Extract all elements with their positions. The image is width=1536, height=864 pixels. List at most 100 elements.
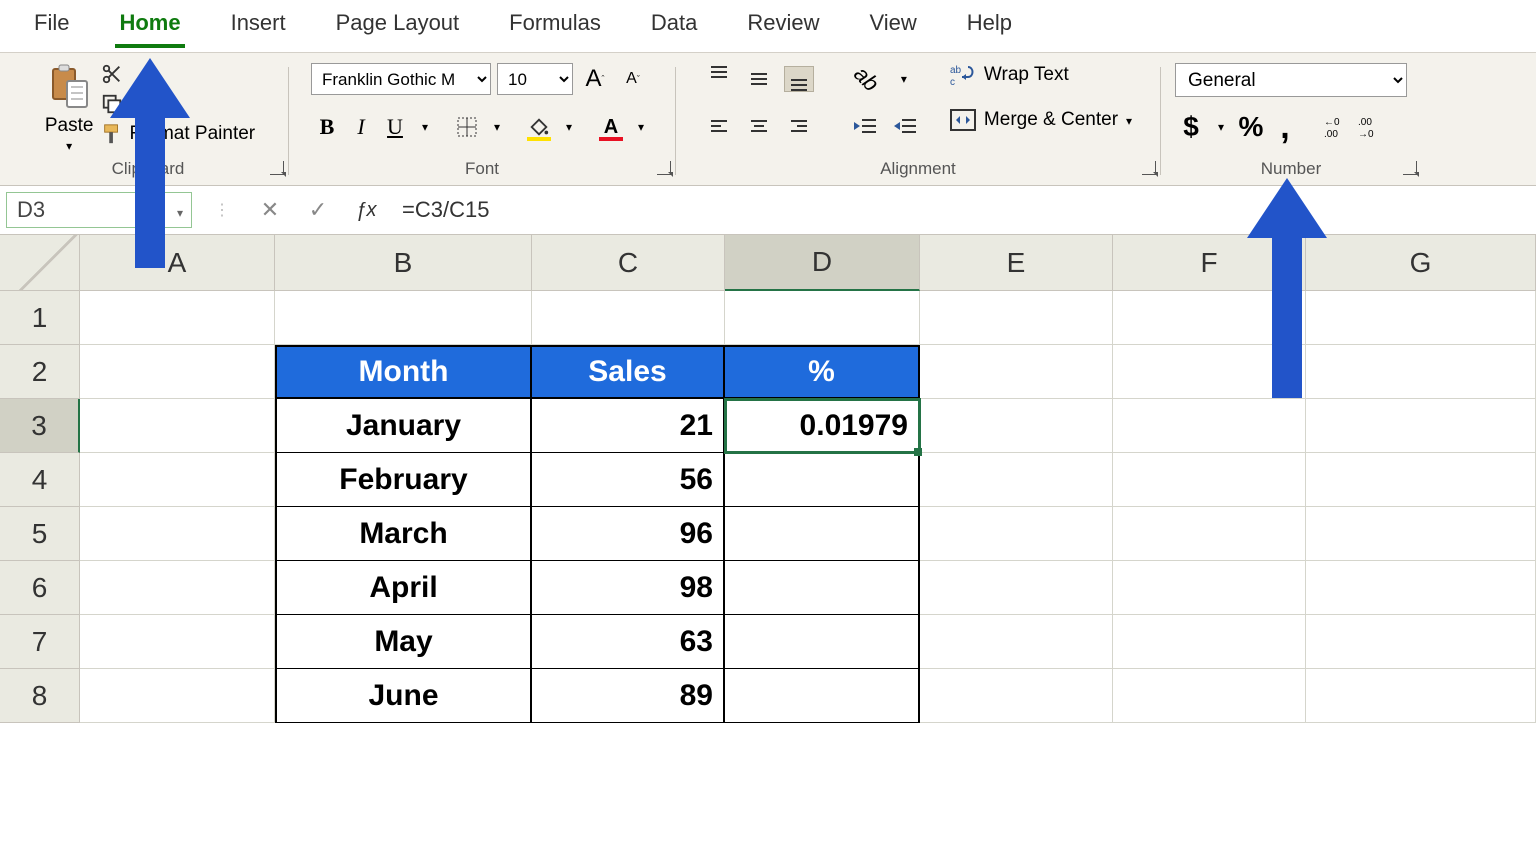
decrease-font-button[interactable]: Aˇ bbox=[617, 63, 649, 95]
align-middle-button[interactable] bbox=[744, 66, 774, 92]
cell-A6[interactable] bbox=[80, 561, 275, 615]
underline-menu[interactable] bbox=[413, 113, 437, 141]
cell-E1[interactable] bbox=[920, 291, 1113, 345]
number-launcher[interactable] bbox=[1403, 161, 1417, 175]
alignment-launcher[interactable] bbox=[1142, 161, 1156, 175]
cell-F3[interactable] bbox=[1113, 399, 1306, 453]
row-header-1[interactable]: 1 bbox=[0, 291, 80, 345]
cell-B6[interactable]: April bbox=[275, 561, 532, 615]
borders-menu[interactable] bbox=[485, 113, 509, 141]
underline-button[interactable]: U bbox=[379, 111, 411, 143]
cell-E6[interactable] bbox=[920, 561, 1113, 615]
cell-G2[interactable] bbox=[1306, 345, 1536, 399]
cell-F5[interactable] bbox=[1113, 507, 1306, 561]
paste-button[interactable]: Paste bbox=[41, 63, 98, 155]
font-color-button[interactable]: A bbox=[595, 111, 627, 143]
tab-data[interactable]: Data bbox=[647, 10, 701, 48]
accounting-format-menu[interactable] bbox=[1209, 113, 1233, 141]
fill-color-menu[interactable] bbox=[557, 113, 581, 141]
cell-B1[interactable] bbox=[275, 291, 532, 345]
cell-E5[interactable] bbox=[920, 507, 1113, 561]
cell-D7[interactable] bbox=[725, 615, 920, 669]
enter-formula-button[interactable]: ✓ bbox=[294, 186, 342, 234]
column-header-D[interactable]: D bbox=[725, 235, 920, 291]
cell-D3[interactable]: 0.01979 bbox=[725, 399, 920, 453]
cell-F4[interactable] bbox=[1113, 453, 1306, 507]
tab-file[interactable]: File bbox=[30, 10, 73, 48]
tab-view[interactable]: View bbox=[865, 10, 920, 48]
align-top-button[interactable] bbox=[704, 66, 734, 92]
cell-C2[interactable]: Sales bbox=[532, 345, 725, 399]
align-bottom-button[interactable] bbox=[784, 66, 814, 92]
cell-A5[interactable] bbox=[80, 507, 275, 561]
cell-E4[interactable] bbox=[920, 453, 1113, 507]
font-launcher[interactable] bbox=[657, 161, 671, 175]
fill-color-button[interactable] bbox=[523, 111, 555, 143]
decrease-indent-button[interactable] bbox=[850, 113, 880, 139]
percent-format-button[interactable]: % bbox=[1235, 111, 1267, 143]
formula-input[interactable] bbox=[390, 186, 1536, 234]
align-center-button[interactable] bbox=[744, 113, 774, 139]
comma-format-button[interactable]: , bbox=[1269, 111, 1301, 143]
cell-C8[interactable]: 89 bbox=[532, 669, 725, 723]
cell-B5[interactable]: March bbox=[275, 507, 532, 561]
cell-G3[interactable] bbox=[1306, 399, 1536, 453]
cell-D1[interactable] bbox=[725, 291, 920, 345]
cell-D4[interactable] bbox=[725, 453, 920, 507]
cell-B7[interactable]: May bbox=[275, 615, 532, 669]
cell-B2[interactable]: Month bbox=[275, 345, 532, 399]
cell-D8[interactable] bbox=[725, 669, 920, 723]
cell-E8[interactable] bbox=[920, 669, 1113, 723]
cell-B3[interactable]: January bbox=[275, 399, 532, 453]
bold-button[interactable]: B bbox=[311, 111, 343, 143]
orientation-button[interactable]: ab bbox=[850, 63, 882, 95]
cell-C6[interactable]: 98 bbox=[532, 561, 725, 615]
cell-A4[interactable] bbox=[80, 453, 275, 507]
borders-button[interactable] bbox=[451, 111, 483, 143]
cancel-formula-button[interactable]: ✕ bbox=[246, 186, 294, 234]
cell-F7[interactable] bbox=[1113, 615, 1306, 669]
tab-help[interactable]: Help bbox=[963, 10, 1016, 48]
clipboard-launcher[interactable] bbox=[270, 161, 284, 175]
cell-A8[interactable] bbox=[80, 669, 275, 723]
column-header-B[interactable]: B bbox=[275, 235, 532, 291]
orientation-menu[interactable] bbox=[892, 65, 916, 93]
increase-indent-button[interactable] bbox=[890, 113, 920, 139]
drag-handle[interactable]: ⋮ bbox=[198, 186, 246, 234]
tab-review[interactable]: Review bbox=[743, 10, 823, 48]
insert-function-button[interactable]: ƒx bbox=[342, 186, 390, 234]
cell-G7[interactable] bbox=[1306, 615, 1536, 669]
cell-C5[interactable]: 96 bbox=[532, 507, 725, 561]
select-all-corner[interactable] bbox=[0, 235, 80, 291]
decrease-decimal-button[interactable]: .00→0 bbox=[1357, 111, 1389, 143]
cell-G4[interactable] bbox=[1306, 453, 1536, 507]
chevron-down-icon[interactable] bbox=[1126, 109, 1132, 131]
tab-page-layout[interactable]: Page Layout bbox=[332, 10, 464, 48]
cell-G5[interactable] bbox=[1306, 507, 1536, 561]
merge-center-button[interactable]: Merge & Center bbox=[950, 109, 1132, 131]
row-header-8[interactable]: 8 bbox=[0, 669, 80, 723]
column-header-C[interactable]: C bbox=[532, 235, 725, 291]
cell-G6[interactable] bbox=[1306, 561, 1536, 615]
row-header-2[interactable]: 2 bbox=[0, 345, 80, 399]
row-header-4[interactable]: 4 bbox=[0, 453, 80, 507]
column-header-G[interactable]: G bbox=[1306, 235, 1536, 291]
align-left-button[interactable] bbox=[704, 113, 734, 139]
accounting-format-button[interactable]: $ bbox=[1175, 111, 1207, 143]
cell-A3[interactable] bbox=[80, 399, 275, 453]
cell-B4[interactable]: February bbox=[275, 453, 532, 507]
cell-C7[interactable]: 63 bbox=[532, 615, 725, 669]
cell-C1[interactable] bbox=[532, 291, 725, 345]
cell-C4[interactable]: 56 bbox=[532, 453, 725, 507]
tab-insert[interactable]: Insert bbox=[227, 10, 290, 48]
font-size-select[interactable]: 10 bbox=[497, 63, 573, 95]
row-header-6[interactable]: 6 bbox=[0, 561, 80, 615]
cell-E2[interactable] bbox=[920, 345, 1113, 399]
increase-font-button[interactable]: Aˆ bbox=[579, 63, 611, 95]
align-right-button[interactable] bbox=[784, 113, 814, 139]
cell-C3[interactable]: 21 bbox=[532, 399, 725, 453]
chevron-down-icon[interactable] bbox=[66, 137, 72, 155]
cell-A7[interactable] bbox=[80, 615, 275, 669]
cell-A2[interactable] bbox=[80, 345, 275, 399]
wrap-text-button[interactable]: abc Wrap Text bbox=[950, 63, 1132, 87]
